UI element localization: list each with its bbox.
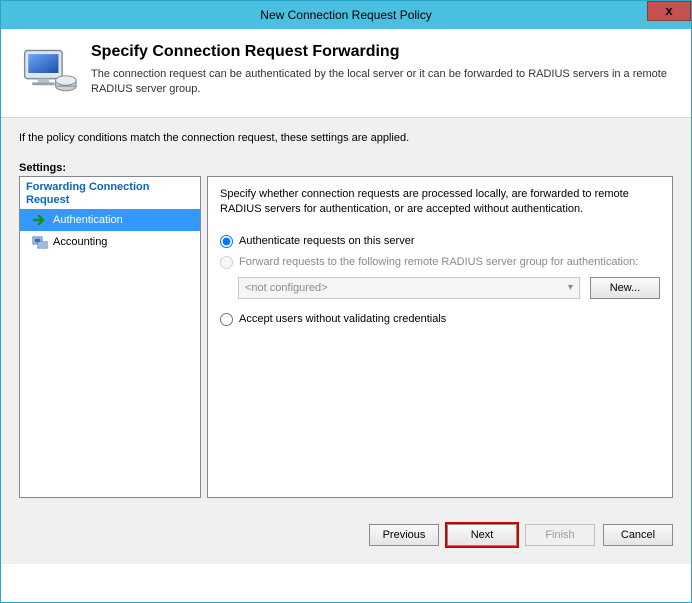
window-title: New Connection Request Policy	[1, 8, 691, 22]
close-button[interactable]: x	[647, 1, 691, 21]
previous-button[interactable]: Previous	[369, 524, 439, 546]
radio-label: Accept users without validating credenti…	[239, 313, 446, 325]
new-server-group-button[interactable]: New...	[590, 277, 660, 299]
body-area: If the policy conditions match the conne…	[1, 117, 691, 506]
radio-forward-remote-input[interactable]	[220, 256, 233, 269]
radio-accept-without-validation-input[interactable]	[220, 313, 233, 326]
radio-accept-without-validation[interactable]: Accept users without validating credenti…	[220, 313, 660, 326]
cancel-button[interactable]: Cancel	[603, 524, 673, 546]
detail-description: Specify whether connection requests are …	[220, 187, 660, 217]
chevron-down-icon: ▾	[568, 282, 573, 293]
tree-group-forwarding: Forwarding Connection Request	[20, 179, 200, 209]
header-area: Specify Connection Request Forwarding Th…	[1, 29, 691, 117]
condition-hint: If the policy conditions match the conne…	[19, 132, 673, 144]
wizard-window: New Connection Request Policy x	[0, 0, 692, 603]
radio-authenticate-local-input[interactable]	[220, 235, 233, 248]
policy-monitor-icon	[19, 43, 79, 103]
panels: Forwarding Connection Request Authentica…	[19, 176, 673, 498]
next-button[interactable]: Next	[447, 524, 517, 546]
radio-authenticate-local[interactable]: Authenticate requests on this server	[220, 235, 660, 248]
radio-label: Authenticate requests on this server	[239, 235, 414, 247]
arrow-right-icon	[32, 212, 48, 228]
server-group-combo: <not configured> ▾	[238, 277, 580, 299]
combo-value: <not configured>	[245, 282, 328, 294]
header-text: Specify Connection Request Forwarding Th…	[91, 43, 673, 97]
accounting-icon	[32, 234, 48, 250]
tree-item-label: Accounting	[53, 236, 107, 248]
settings-tree: Forwarding Connection Request Authentica…	[19, 176, 201, 498]
titlebar: New Connection Request Policy x	[1, 1, 691, 29]
settings-label: Settings:	[19, 162, 673, 174]
detail-panel: Specify whether connection requests are …	[207, 176, 673, 498]
tree-item-authentication[interactable]: Authentication	[20, 209, 200, 231]
content-area: Specify Connection Request Forwarding Th…	[1, 29, 691, 564]
tree-item-accounting[interactable]: Accounting	[20, 231, 200, 253]
tree-item-label: Authentication	[53, 214, 123, 226]
radio-label: Forward requests to the following remote…	[239, 256, 638, 268]
server-group-row: <not configured> ▾ New...	[238, 277, 660, 299]
page-heading: Specify Connection Request Forwarding	[91, 43, 673, 61]
wizard-button-row: Previous Next Finish Cancel	[1, 506, 691, 564]
page-subheading: The connection request can be authentica…	[91, 67, 673, 97]
finish-button: Finish	[525, 524, 595, 546]
radio-forward-remote[interactable]: Forward requests to the following remote…	[220, 256, 660, 269]
